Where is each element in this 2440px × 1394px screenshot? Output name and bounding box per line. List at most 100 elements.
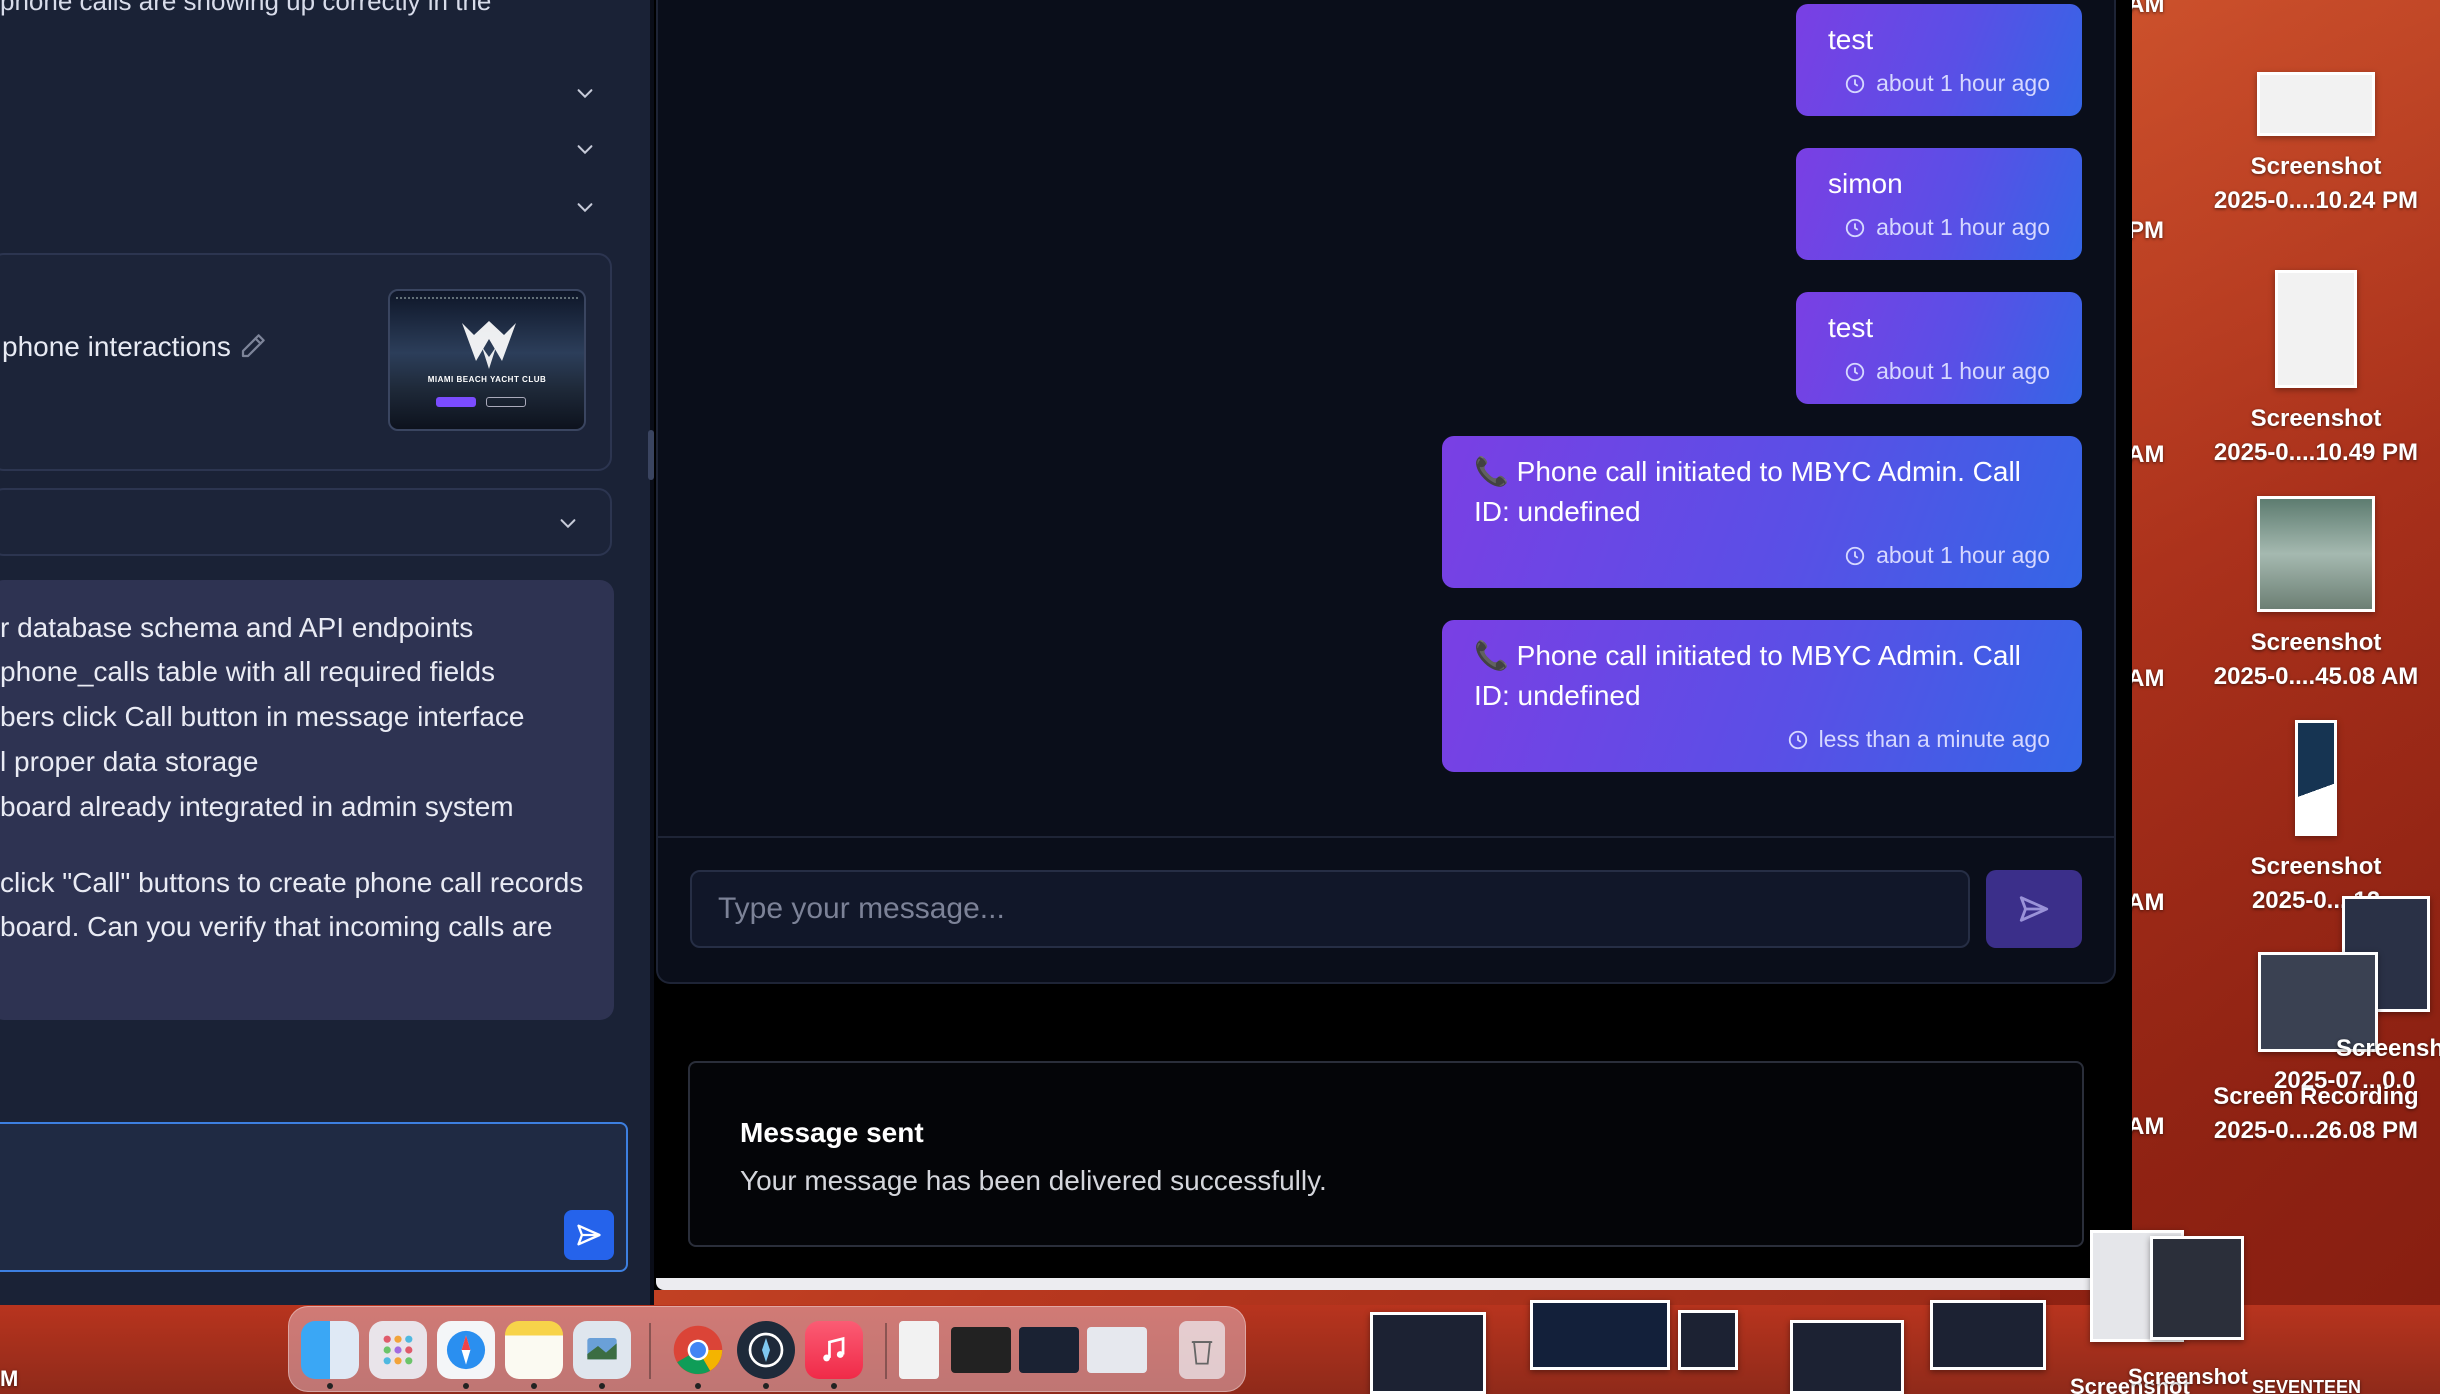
desktop-file-sublabel: 2025-0....10.49 PM [2213,439,2419,466]
desktop-file-sublabel: 2025-0....26.08 PM [2213,1117,2419,1144]
message-line: board. Can you verify that incoming call… [0,911,553,942]
chevron-down-icon[interactable] [557,512,579,534]
window-thumbnail-icon[interactable] [1087,1327,1147,1373]
send-button[interactable] [564,1210,614,1260]
desktop-file-label: Screenshot [2250,405,2382,432]
desktop-file-thumbnail[interactable] [1678,1310,1738,1370]
desktop-file-thumbnail[interactable] [2150,1236,2244,1340]
composer-divider [656,836,2116,838]
message-text: 📞 Phone call initiated to MBYC Admin. Ca… [1474,640,2021,711]
window-thumbnail-icon[interactable] [951,1327,1011,1373]
running-indicator [531,1383,537,1389]
desktop-file-sublabel: 2025-0....45.08 AM [2213,663,2419,690]
desktop-file-screen-recording[interactable]: Screen Recording 2025-0....26.08 PM [2196,1080,2436,1148]
message-text: 📞 Phone call initiated to MBYC Admin. Ca… [1474,456,2021,527]
desktop-partial-label: M [0,1366,19,1391]
desktop-file-thumbnail[interactable] [1790,1320,1904,1394]
project-preview-image[interactable]: MIAMI BEACH YACHT CLUB [388,289,586,431]
message-timestamp: about 1 hour ago [1796,348,2082,385]
desktop-file-label: Screen Recording [2213,1083,2419,1110]
running-indicator [763,1383,769,1389]
file-thumbnail [2275,270,2357,388]
desktop-file-screenshot[interactable]: Screenshot 2025-0....10.24 PM [2196,72,2436,218]
clock-icon [1845,74,1865,93]
preview-nav [396,297,578,301]
collapsible-row[interactable] [0,488,612,556]
desktop-file-screenshot[interactable]: Screenshot 2025-0....45.08 AM [2196,496,2436,694]
preview-primary-button [436,397,476,407]
window-bottom-edge [656,1278,2116,1290]
message-timestamp: less than a minute ago [1442,716,2082,753]
send-message-button[interactable] [1986,870,2082,948]
trash-icon[interactable] [1179,1321,1225,1379]
toast-notification[interactable]: Message sent Your message has been deliv… [688,1061,2084,1247]
message-timestamp: about 1 hour ago [1796,204,2082,241]
message-text: test [1828,312,1874,343]
desktop-file-thumbnail[interactable] [1370,1312,1486,1394]
assistant-chat-input[interactable] [0,1122,628,1272]
desktop-file-label: Screensho [2336,1035,2440,1062]
running-indicator [463,1383,469,1389]
assistant-message-card: r database schema and API endpoints phon… [0,580,614,1020]
timestamp-text: about 1 hour ago [1876,542,2050,568]
file-thumbnail [2257,496,2375,612]
chevron-down-icon[interactable] [574,138,596,160]
desktop-file-screenshot[interactable]: Screenshot 2025-0....10.49 PM [2196,270,2436,470]
file-thumbnail [2295,720,2337,836]
message-bubble: simon about 1 hour ago [1796,148,2082,260]
chrome-icon[interactable] [669,1321,727,1379]
timestamp-text: about 1 hour ago [1876,70,2050,96]
notes-icon[interactable] [505,1321,563,1379]
message-line: bers click Call button in message interf… [0,701,525,732]
timestamp-text: less than a minute ago [1818,726,2050,752]
clock-icon [1788,730,1807,749]
timestamp-text: about 1 hour ago [1876,214,2050,240]
message-bubble: 📞 Phone call initiated to MBYC Admin. Ca… [1442,620,2082,772]
safari-icon[interactable] [437,1321,495,1379]
clock-icon [1845,546,1865,565]
window-thumbnail-icon[interactable] [1019,1327,1079,1373]
message-text: simon [1828,168,1903,199]
finder-icon[interactable] [301,1321,359,1379]
running-indicator [695,1383,701,1389]
desktop-file-thumbnail[interactable] [1530,1300,1670,1370]
toast-description: Your message has been delivered successf… [740,1165,1327,1196]
document-icon[interactable] [899,1321,939,1379]
preview-icon[interactable] [573,1321,631,1379]
compass-app-icon[interactable] [737,1321,795,1379]
clock-icon [1845,362,1865,381]
project-name: phone interactions [2,331,231,362]
chevron-down-icon[interactable] [574,82,596,104]
music-icon[interactable] [805,1321,863,1379]
message-input[interactable] [690,870,1970,948]
desktop-file-label: Screenshot [2250,153,2382,180]
desktop-file-thumbnail[interactable] [1930,1300,2046,1370]
timestamp-text: about 1 hour ago [1876,358,2050,384]
desktop-file-screenshot[interactable]: Screenshot 2025-0....12 [2196,720,2436,918]
message-line: click "Call" buttons to create phone cal… [0,867,584,898]
message-bubble: 📞 Phone call initiated to MBYC Admin. Ca… [1442,436,2082,588]
file-thumbnail [2257,72,2375,136]
message-bubble: test about 1 hour ago [1796,292,2082,404]
message-timestamp: about 1 hour ago [1796,60,2082,97]
desktop-file-label: SEVENTEEN [2252,1377,2362,1394]
message-line: r database schema and API endpoints [0,612,474,643]
chevron-down-icon[interactable] [574,196,596,218]
desktop-file-sublabel: 2025-0....10.24 PM [2213,187,2419,214]
pencil-icon[interactable] [238,331,268,361]
toast-title: Message sent [740,1117,924,1148]
launchpad-icon[interactable] [369,1321,427,1379]
message-timestamp: about 1 hour ago [1442,532,2082,569]
editor-chat-pane: phone calls are showing up correctly in … [0,0,650,1305]
running-indicator [327,1383,333,1389]
message-bubble: test about 1 hour ago [1796,4,2082,116]
preview-title: MIAMI BEACH YACHT CLUB [427,375,547,384]
yacht-club-logo [462,321,516,369]
project-card[interactable]: phone interactions MIAMI BEACH YACHT CLU… [0,253,612,471]
message-line: l proper data storage [0,746,259,777]
message-text: test [1828,24,1874,55]
running-indicator [599,1383,605,1389]
send-icon [577,1224,601,1246]
message-line: board already integrated in admin system [0,791,514,822]
clock-icon [1845,218,1865,237]
